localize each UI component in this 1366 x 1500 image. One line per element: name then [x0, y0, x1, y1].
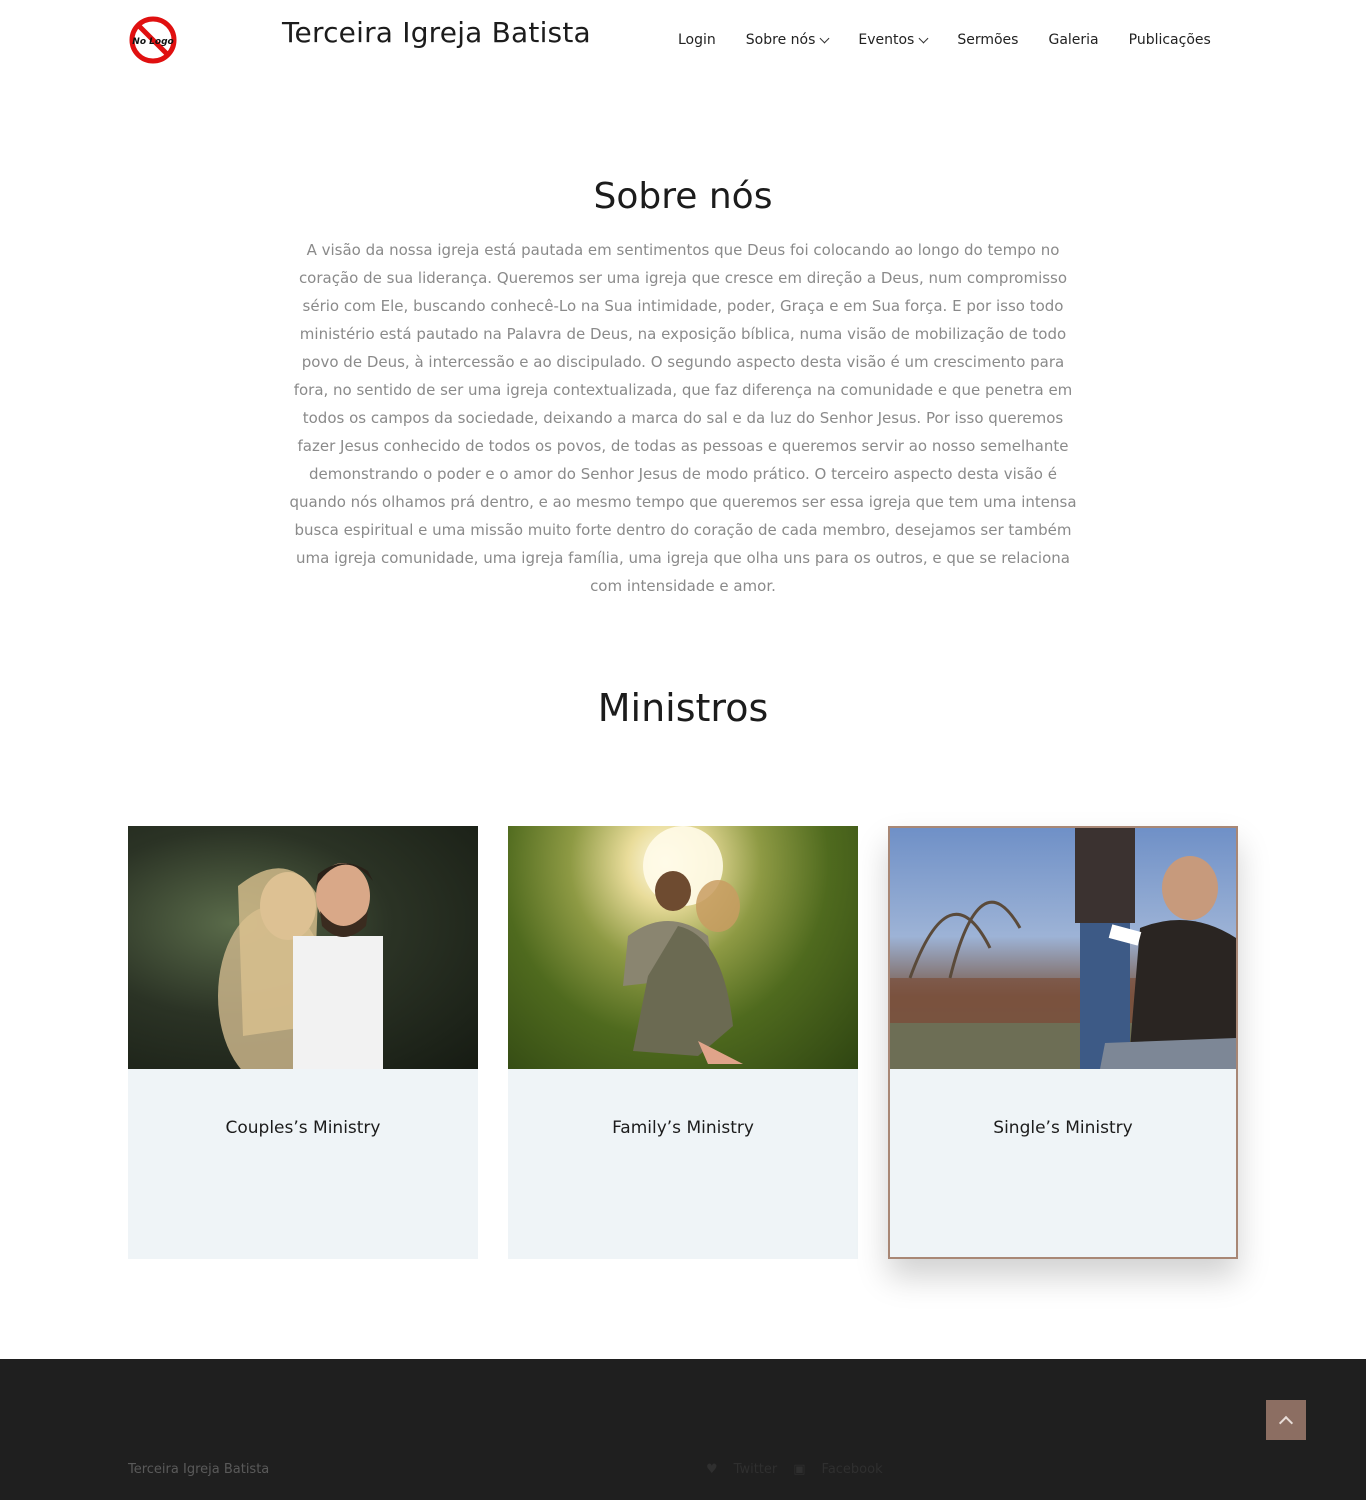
ministry-card-family[interactable]: Family’s Ministry — [508, 826, 858, 1259]
back-to-top-button[interactable] — [1266, 1400, 1306, 1440]
chevron-down-icon — [918, 33, 929, 43]
ministry-card-single[interactable]: Single’s Ministry — [888, 826, 1238, 1259]
footer-link-twitter[interactable]: Twitter — [734, 1462, 778, 1477]
footer-brand: Terceira Igreja Batista — [128, 1462, 270, 1477]
nav-label: Galeria — [1048, 32, 1099, 48]
nav-item-eventos[interactable]: Eventos — [858, 32, 929, 48]
nav-item-sobre-nos[interactable]: Sobre nós — [745, 32, 830, 48]
footer-link-facebook[interactable]: Facebook — [822, 1462, 883, 1477]
nav-label: Sobre nós — [745, 32, 816, 48]
logo[interactable]: No Logo — [128, 15, 178, 65]
heart-icon: ♥ — [706, 1462, 718, 1477]
chevron-down-icon — [819, 33, 830, 43]
nav-label: Sermões — [957, 32, 1019, 48]
chevron-up-icon — [1278, 1415, 1294, 1430]
couples-photo — [128, 826, 478, 1069]
ministry-card-couples[interactable]: Couples’s Ministry — [128, 826, 478, 1259]
nav-label: Login — [678, 32, 716, 48]
ministry-title[interactable]: Couples’s Ministry — [128, 1118, 478, 1138]
couple-illustration — [218, 863, 383, 1069]
ministers-title: Ministros — [597, 686, 769, 730]
site-title[interactable]: Terceira Igreja Batista — [282, 16, 591, 49]
camera-icon: ▣ — [793, 1462, 806, 1477]
nav-item-sermoes[interactable]: Sermões — [957, 32, 1018, 48]
nav-item-login[interactable]: Login — [678, 32, 716, 48]
nav-label: Publicações — [1128, 32, 1211, 48]
single-illustration — [890, 828, 1236, 1069]
nav-item-galeria[interactable]: Galeria — [1048, 32, 1098, 48]
footer-social: ♥ Twitter ▣ Facebook — [706, 1462, 899, 1477]
nav-item-publicacoes[interactable]: Publicações — [1129, 32, 1211, 48]
main-nav: Login Sobre nós Eventos Sermões Galeria … — [678, 30, 1211, 50]
no-logo-icon: No Logo — [129, 16, 177, 64]
site-header: No Logo Terceira Igreja Batista Login So… — [0, 0, 1366, 80]
about-text: A visão da nossa igreja está pautada em … — [289, 241, 1077, 595]
ministry-title[interactable]: Single’s Ministry — [890, 1118, 1236, 1138]
single-photo — [890, 828, 1236, 1069]
logo-text: No Logo — [132, 37, 173, 47]
family-photo — [508, 826, 858, 1069]
nav-label: Eventos — [858, 32, 915, 48]
about-title: Sobre nós — [593, 176, 773, 217]
family-illustration — [623, 826, 743, 1064]
site-footer: Terceira Igreja Batista ♥ Twitter ▣ Face… — [0, 1359, 1366, 1500]
ministry-title[interactable]: Family’s Ministry — [508, 1118, 858, 1138]
